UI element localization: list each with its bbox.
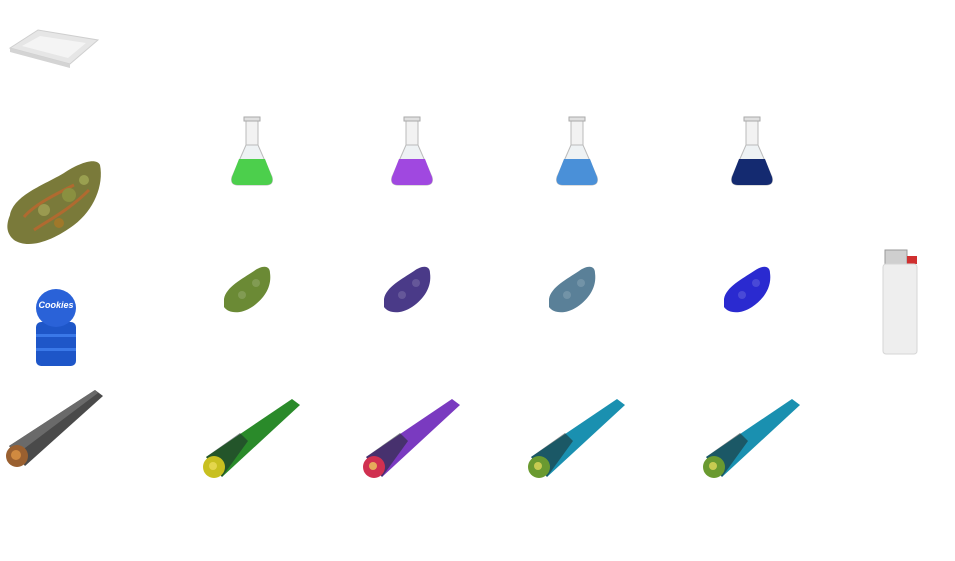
grinder-label: Cookies bbox=[38, 300, 74, 310]
cannabis-bud-natural[interactable] bbox=[4, 155, 104, 250]
rolling-papers-icon bbox=[8, 29, 100, 68]
joint-icon bbox=[203, 399, 300, 478]
joint-navy[interactable] bbox=[700, 397, 802, 481]
bud-purple[interactable] bbox=[380, 263, 432, 315]
lighter-icon bbox=[882, 249, 918, 355]
cannabis-bud-icon bbox=[724, 266, 771, 313]
flask-navy[interactable] bbox=[728, 115, 776, 190]
bud-navy[interactable] bbox=[720, 263, 772, 315]
flask-green[interactable] bbox=[228, 115, 276, 190]
flask-purple[interactable] bbox=[388, 115, 436, 190]
joint-purple[interactable] bbox=[360, 397, 462, 481]
rolling-papers[interactable] bbox=[8, 28, 100, 68]
grinder[interactable]: Cookies bbox=[34, 288, 78, 368]
cannabis-bud-icon bbox=[549, 266, 596, 313]
flask-icon bbox=[731, 116, 773, 186]
joint-icon bbox=[703, 399, 800, 478]
bud-green[interactable] bbox=[220, 263, 272, 315]
flask-blue[interactable] bbox=[553, 115, 601, 190]
flask-icon bbox=[556, 116, 598, 186]
cannabis-bud-icon bbox=[224, 266, 271, 313]
bud-blue[interactable] bbox=[545, 263, 597, 315]
flask-icon bbox=[391, 116, 433, 186]
cannabis-bud-icon bbox=[7, 161, 101, 245]
joint-blue[interactable] bbox=[525, 397, 627, 481]
joint-icon bbox=[363, 399, 460, 478]
cannabis-bud-icon bbox=[384, 266, 431, 313]
joint-plain[interactable] bbox=[3, 388, 105, 470]
joint-icon bbox=[6, 390, 103, 467]
flask-icon bbox=[231, 116, 273, 186]
lighter[interactable] bbox=[881, 249, 919, 355]
joint-icon bbox=[528, 399, 625, 478]
joint-green[interactable] bbox=[200, 397, 302, 481]
